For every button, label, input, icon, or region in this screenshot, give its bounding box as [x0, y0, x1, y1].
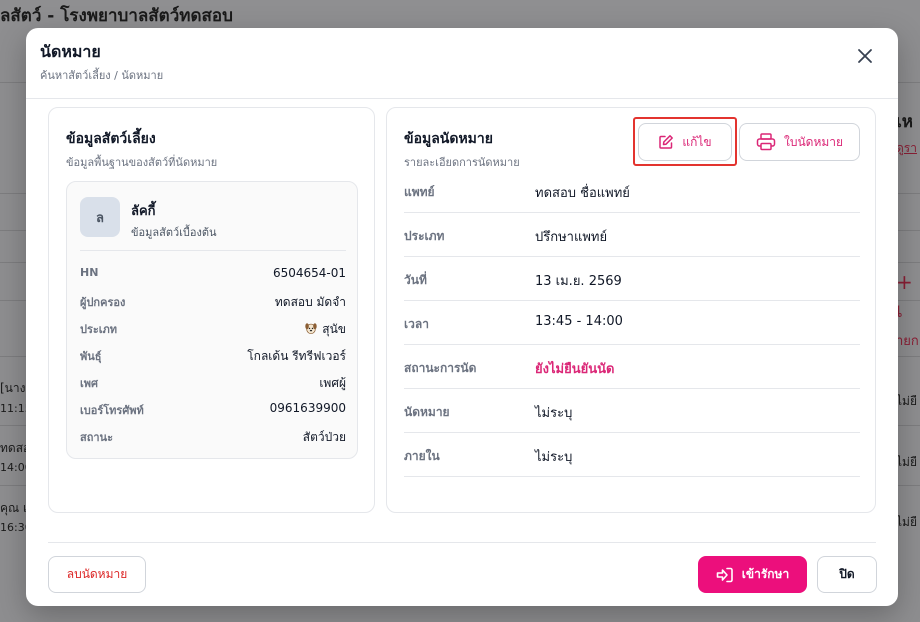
- status-badge: ยังไม่ยืนยันนัด: [535, 362, 615, 377]
- field-value: เพศผู้: [319, 376, 346, 390]
- appointment-modal: นัดหมาย ค้นหาสัตว์เลี้ยง / นัดหมาย ข้อมู…: [26, 28, 898, 606]
- field-value: สัตว์ป่วย: [302, 430, 346, 444]
- start-treatment-button[interactable]: เข้ารักษา: [698, 556, 807, 593]
- background-list-name: คุณ เ: [0, 501, 28, 515]
- field-value: 6504654-01: [272, 266, 346, 280]
- close-button-label: ปิด: [839, 567, 855, 581]
- pet-field-hn: HN 6504654-01: [80, 266, 346, 286]
- pet-divider: [80, 250, 346, 251]
- pet-name: ลัคกี้: [131, 204, 156, 219]
- delete-appointment-button[interactable]: ลบนัดหมาย: [48, 556, 146, 593]
- background-right-status: ไม่ยื: [896, 515, 917, 529]
- appointment-row-internal: ภายใน ไม่ระบุ: [404, 433, 860, 477]
- close-icon: [858, 49, 872, 63]
- row-value: 13:45 - 14:00: [535, 314, 623, 329]
- pet-field-breed: พันธุ์ โกลเด้น รีทรีฟเวอร์: [80, 347, 346, 367]
- close-modal-button[interactable]: ปิด: [817, 556, 877, 593]
- edit-button[interactable]: แก้ไข: [638, 123, 732, 161]
- background-right-plus: + เ: [896, 270, 913, 322]
- row-label: ภายใน: [404, 449, 440, 463]
- edit-button-label: แก้ไข: [682, 134, 712, 149]
- field-value: โกลเด้น รีทรีฟเวอร์: [247, 349, 346, 363]
- close-button[interactable]: [854, 45, 876, 67]
- field-label: พันธุ์: [80, 350, 102, 363]
- appointment-row-status: สถานะการนัด ยังไม่ยืนยันนัด: [404, 345, 860, 389]
- field-label: HN: [80, 266, 99, 279]
- background-list-name: [นาง: [0, 381, 26, 395]
- field-label: เบอร์โทรศัพท์: [80, 404, 144, 417]
- pet-card-title: ข้อมูลสัตว์เลี้ยง: [66, 131, 156, 147]
- pet-field-type: ประเภท สุนัข: [80, 320, 346, 340]
- pet-card-subtitle: ข้อมูลพื้นฐานของสัตว์ที่นัดหมาย: [66, 156, 218, 169]
- header-divider: [26, 98, 898, 99]
- background-right-status: ไม่ยื: [896, 394, 917, 408]
- avatar: ล: [80, 197, 120, 237]
- field-value: 0961639900: [269, 401, 346, 415]
- row-label: วันที่: [404, 273, 427, 287]
- login-icon: [716, 567, 733, 582]
- appointment-row-type: ประเภท ปรึกษาแพทย์: [404, 213, 860, 257]
- field-label: สถานะ: [80, 431, 113, 444]
- appointment-card-title: ข้อมูลนัดหมาย: [404, 131, 493, 147]
- dog-icon: [305, 323, 317, 335]
- treat-button-label: เข้ารักษา: [741, 567, 790, 581]
- row-label: นัดหมาย: [404, 405, 450, 419]
- printer-icon: [756, 133, 776, 151]
- field-label: ผู้ปกครอง: [80, 296, 126, 309]
- background-header: ลสัตว์ - โรงพยาบาลสัตว์ทดสอบ: [0, 0, 920, 30]
- pet-info-card: ข้อมูลสัตว์เลี้ยง ข้อมูลพื้นฐานของสัตว์ท…: [48, 107, 375, 513]
- pet-type-value: สุนัข: [322, 322, 346, 336]
- modal-title: นัดหมาย: [40, 42, 101, 61]
- background-right-tag: ายก: [896, 334, 919, 349]
- row-label: สถานะการนัด: [404, 361, 477, 375]
- appointment-row-date: วันที่ 13 เม.ย. 2569: [404, 257, 860, 301]
- edit-icon: [659, 135, 674, 149]
- background-right-status: ไม่ยื: [896, 455, 917, 469]
- pet-field-owner: ผู้ปกครอง ทดสอบ มัดจำ: [80, 293, 346, 313]
- footer-divider: [48, 542, 876, 543]
- field-value-with-icon: สุนัข: [304, 320, 346, 339]
- background-title: ลสัตว์ - โรงพยาบาลสัตว์ทดสอบ: [0, 6, 233, 26]
- pet-field-phone: เบอร์โทรศัพท์ 0961639900: [80, 401, 346, 421]
- row-label: เวลา: [404, 317, 429, 331]
- background-right-heading: เห: [896, 112, 914, 132]
- print-button-label: ใบนัดหมาย: [783, 134, 844, 149]
- pet-field-status: สถานะ สัตว์ป่วย: [80, 428, 346, 448]
- appointment-row-time: เวลา 13:45 - 14:00: [404, 301, 860, 345]
- row-value: ปรึกษาแพทย์: [535, 230, 608, 245]
- row-value: 13 เม.ย. 2569: [535, 274, 622, 289]
- pet-description: ข้อมูลสัตว์เบื้องต้น: [131, 226, 217, 239]
- row-value: ไม่ระบุ: [535, 450, 573, 465]
- appointment-row-appointment: นัดหมาย ไม่ระบุ: [404, 389, 860, 433]
- breadcrumb: ค้นหาสัตว์เลี้ยง / นัดหมาย: [40, 69, 164, 82]
- delete-button-label: ลบนัดหมาย: [66, 567, 128, 581]
- pet-summary: ล ลัคกี้ ข้อมูลสัตว์เบื้องต้น HN 6504654…: [66, 181, 358, 459]
- pet-field-sex: เพศ เพศผู้: [80, 374, 346, 394]
- row-value: ไม่ระบุ: [535, 406, 573, 421]
- row-label: ประเภท: [404, 229, 445, 243]
- row-label: แพทย์: [404, 185, 435, 199]
- row-value: ทดสอบ ชื่อแพทย์: [535, 186, 630, 201]
- appointment-row-doctor: แพทย์ ทดสอบ ชื่อแพทย์: [404, 169, 860, 213]
- field-label: เพศ: [80, 377, 98, 390]
- field-value: ทดสอบ มัดจำ: [274, 295, 346, 309]
- field-label: ประเภท: [80, 323, 118, 336]
- background-right-link: ดูรา: [896, 141, 917, 155]
- appointment-info-card: ข้อมูลนัดหมาย รายละเอียดการนัดหมาย แก้ไข…: [386, 107, 876, 513]
- print-appointment-button[interactable]: ใบนัดหมาย: [739, 123, 860, 161]
